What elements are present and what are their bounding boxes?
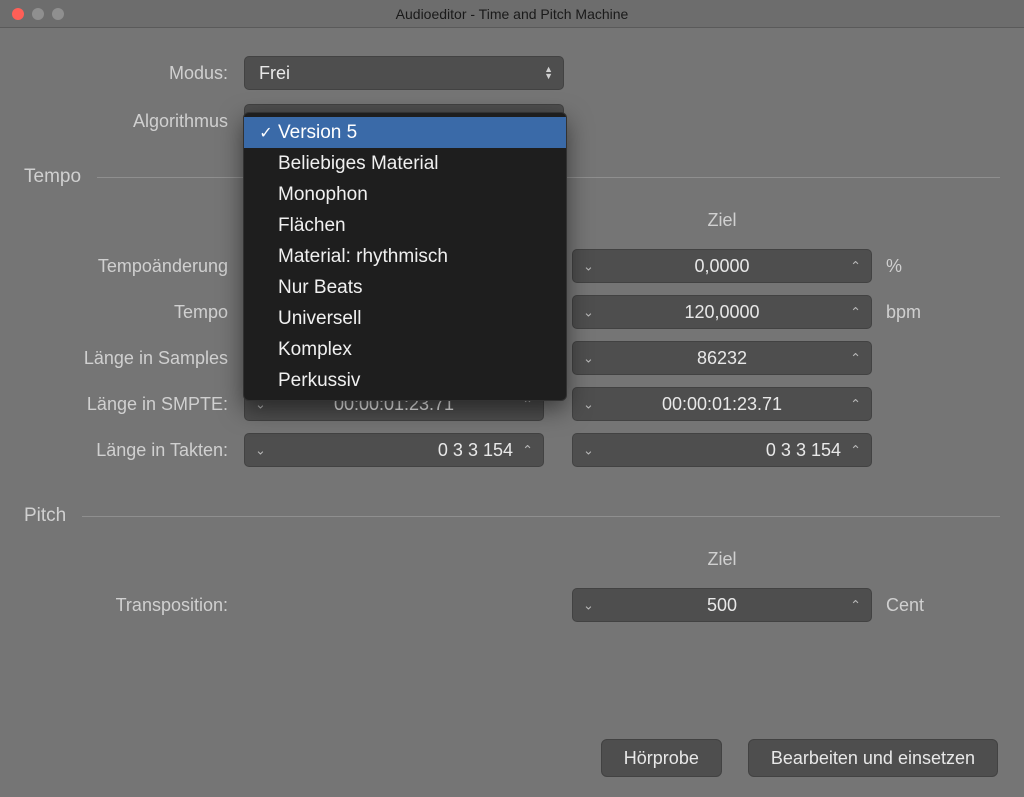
algorithmus-option[interactable]: Material: rhythmisch xyxy=(244,241,566,272)
footer-buttons: Hörprobe Bearbeiten und einsetzen xyxy=(601,739,998,777)
chevron-down-icon[interactable]: ⌄ xyxy=(583,398,594,411)
takten-original-field[interactable]: ⌄ 0 3 3 154 ⌃ xyxy=(244,433,544,467)
tempo-target-field[interactable]: ⌄ 120,0000 ⌃ xyxy=(572,295,872,329)
takten-target-value: 0 3 3 154 xyxy=(766,440,841,461)
modus-value: Frei xyxy=(259,63,290,84)
takten-label: Länge in Takten: xyxy=(24,440,244,461)
transposition-target-value: 500 xyxy=(573,595,871,616)
samples-label: Länge in Samples xyxy=(24,348,244,369)
algorithmus-option-label: Beliebiges Material xyxy=(278,153,439,175)
modus-label: Modus: xyxy=(24,63,244,84)
takten-row: Länge in Takten: ⌄ 0 3 3 154 ⌃ ⌄ 0 3 3 1… xyxy=(24,433,1000,467)
traffic-lights xyxy=(0,8,64,20)
chevron-down-icon[interactable]: ⌄ xyxy=(583,444,594,457)
preview-button[interactable]: Hörprobe xyxy=(601,739,722,777)
modus-dropdown[interactable]: Frei ▲▼ xyxy=(244,56,564,90)
algorithmus-option-label: Nur Beats xyxy=(278,277,362,299)
tempoaenderung-label: Tempoänderung xyxy=(24,256,244,277)
ziel-header: Ziel xyxy=(572,210,872,231)
chevron-down-icon[interactable]: ⌄ xyxy=(255,444,266,457)
minimize-window-button[interactable] xyxy=(32,8,44,20)
pitch-heading: Pitch xyxy=(24,505,82,527)
chevron-down-icon[interactable]: ⌄ xyxy=(583,260,594,273)
divider xyxy=(82,516,1000,517)
algorithmus-option-label: Perkussiv xyxy=(278,370,360,392)
apply-button[interactable]: Bearbeiten und einsetzen xyxy=(748,739,998,777)
tempoaenderung-unit: % xyxy=(872,256,902,277)
chevron-down-icon[interactable]: ⌄ xyxy=(583,599,594,612)
tempo-heading: Tempo xyxy=(24,166,97,188)
pitch-ziel-header-row: Ziel xyxy=(24,549,1000,580)
algorithmus-option[interactable]: ✓ Version 5 xyxy=(244,117,566,148)
algorithmus-option[interactable]: Komplex xyxy=(244,334,566,365)
chevron-up-icon[interactable]: ⌃ xyxy=(850,352,861,365)
modus-row: Modus: Frei ▲▼ xyxy=(24,56,1000,90)
tempoaenderung-target-field[interactable]: ⌄ 0,0000 ⌃ xyxy=(572,249,872,283)
algorithmus-option-label: Monophon xyxy=(278,184,368,206)
algorithmus-option-label: Universell xyxy=(278,308,361,330)
updown-icon: ▲▼ xyxy=(544,66,553,80)
algorithmus-option[interactable]: Universell xyxy=(244,303,566,334)
samples-target-value: 86232 xyxy=(573,348,871,369)
transposition-row: Transposition: ⌄ 500 ⌃ Cent xyxy=(24,588,1000,622)
chevron-up-icon[interactable]: ⌃ xyxy=(522,444,533,457)
samples-target-field[interactable]: ⌄ 86232 ⌃ xyxy=(572,341,872,375)
smpte-label: Länge in SMPTE: xyxy=(24,394,244,415)
algorithmus-option-label: Material: rhythmisch xyxy=(278,246,448,268)
tempo-target-value: 120,0000 xyxy=(573,302,871,323)
transposition-unit: Cent xyxy=(872,595,924,616)
tempoaenderung-target-value: 0,0000 xyxy=(573,256,871,277)
window: Audioeditor - Time and Pitch Machine Mod… xyxy=(0,0,1024,797)
pitch-section-head: Pitch xyxy=(24,505,1000,527)
algorithmus-option-label: Flächen xyxy=(278,215,346,237)
zoom-window-button[interactable] xyxy=(52,8,64,20)
algorithmus-option[interactable]: Nur Beats xyxy=(244,272,566,303)
tempo-unit: bpm xyxy=(872,302,921,323)
chevron-down-icon[interactable]: ⌄ xyxy=(583,352,594,365)
transposition-label: Transposition: xyxy=(24,595,244,616)
chevron-up-icon[interactable]: ⌃ xyxy=(850,260,861,273)
smpte-target-value: 00:00:01:23.71 xyxy=(573,394,871,415)
window-title: Audioeditor - Time and Pitch Machine xyxy=(0,6,1024,22)
check-icon: ✓ xyxy=(254,123,278,143)
close-window-button[interactable] xyxy=(12,8,24,20)
tempo-label: Tempo xyxy=(24,302,244,323)
algorithmus-popup-menu[interactable]: ✓ Version 5 Beliebiges Material Monophon… xyxy=(243,112,567,401)
takten-original-value: 0 3 3 154 xyxy=(438,440,513,461)
titlebar: Audioeditor - Time and Pitch Machine xyxy=(0,0,1024,28)
chevron-up-icon[interactable]: ⌃ xyxy=(850,599,861,612)
algorithmus-option-label: Version 5 xyxy=(278,122,357,144)
takten-target-field[interactable]: ⌄ 0 3 3 154 ⌃ xyxy=(572,433,872,467)
algorithmus-option-label: Komplex xyxy=(278,339,352,361)
algorithmus-option[interactable]: Perkussiv xyxy=(244,365,566,396)
transposition-target-field[interactable]: ⌄ 500 ⌃ xyxy=(572,588,872,622)
pitch-grid: Ziel Transposition: ⌄ 500 ⌃ Cent xyxy=(24,549,1000,622)
algorithmus-label: Algorithmus xyxy=(24,111,244,132)
algorithmus-option[interactable]: Monophon xyxy=(244,179,566,210)
chevron-up-icon[interactable]: ⌃ xyxy=(850,398,861,411)
pitch-ziel-header: Ziel xyxy=(572,549,872,570)
chevron-up-icon[interactable]: ⌃ xyxy=(850,306,861,319)
chevron-down-icon[interactable]: ⌄ xyxy=(583,306,594,319)
algorithmus-option[interactable]: Beliebiges Material xyxy=(244,148,566,179)
algorithmus-option[interactable]: Flächen xyxy=(244,210,566,241)
chevron-up-icon[interactable]: ⌃ xyxy=(850,444,861,457)
smpte-target-field[interactable]: ⌄ 00:00:01:23.71 ⌃ xyxy=(572,387,872,421)
